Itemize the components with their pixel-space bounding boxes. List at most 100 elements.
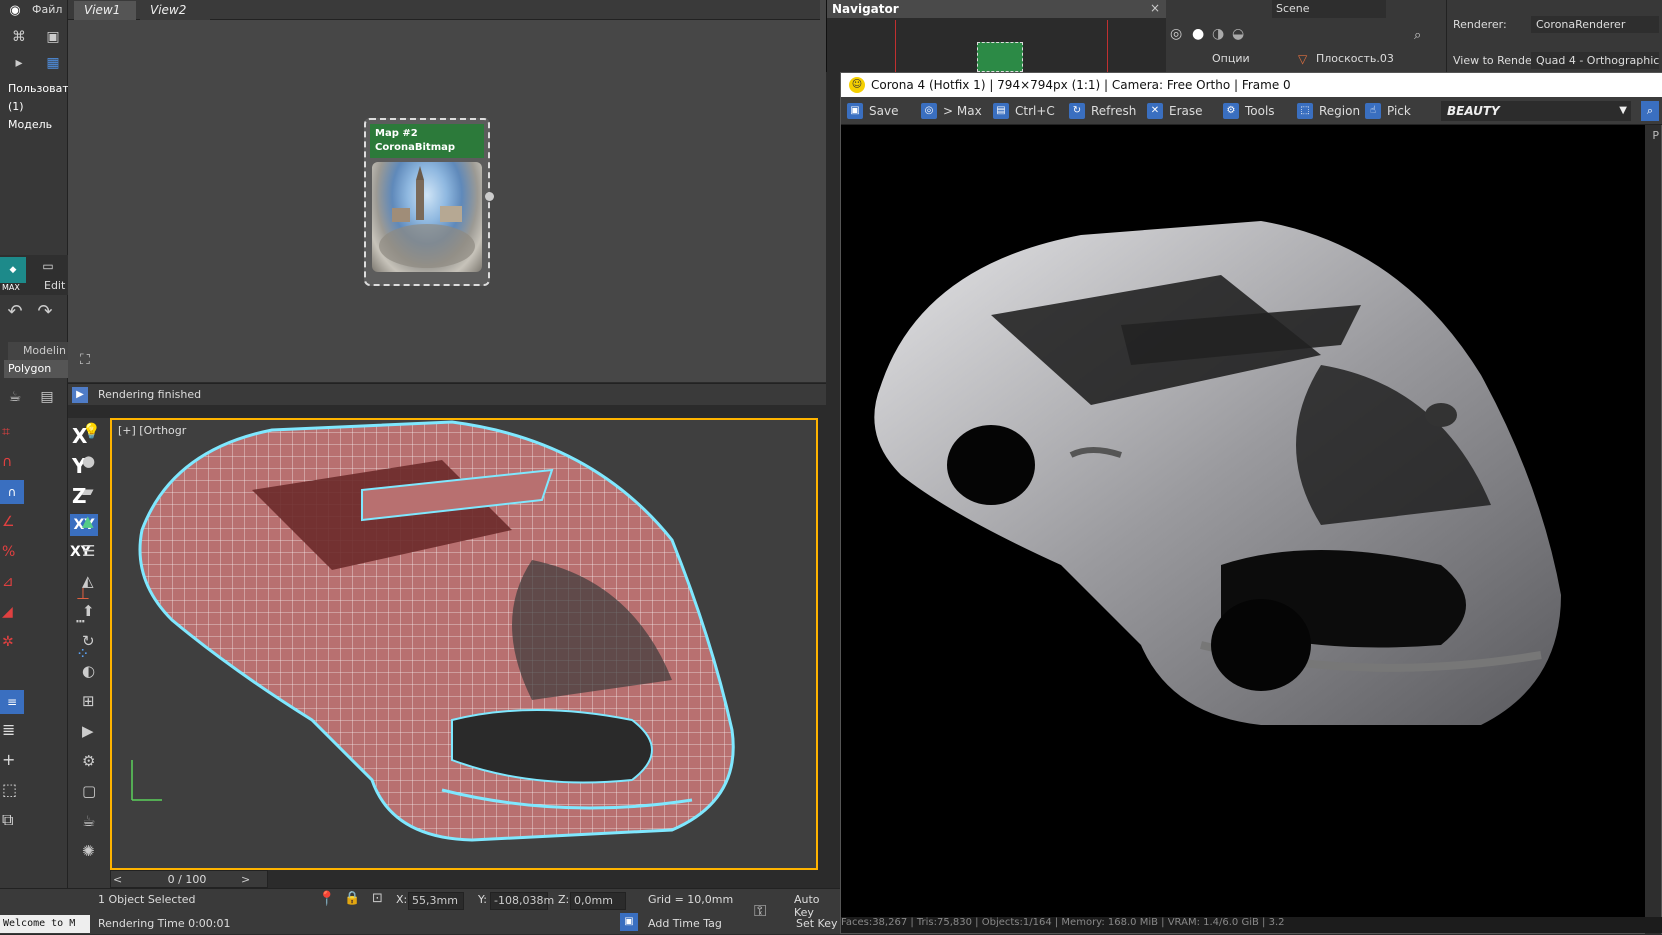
wireframe-car-model — [131, 420, 735, 842]
modeling-tab[interactable]: Modelin — [8, 342, 68, 360]
key-icon[interactable]: ⚿ — [754, 901, 766, 921]
absolute-mode-icon[interactable]: ⊡ — [372, 891, 383, 906]
snap-pivot-icon[interactable]: ✲ — [2, 634, 14, 650]
render-frame-icon[interactable]: ▤ — [34, 384, 60, 410]
clay-icon[interactable]: ◒ — [1232, 26, 1244, 42]
teapot-icon[interactable]: ☕ — [2, 384, 28, 410]
viewport-label[interactable]: [+] [Orthogr — [118, 424, 186, 437]
shaded-icon[interactable]: ● — [1192, 26, 1204, 42]
snaps-toolbar: ⌗ ∩ ∩ ∠ % ⊿ ◢ ✲ ≡ ≣ + ⬚ ⧉ — [0, 418, 26, 888]
select-object-icon[interactable]: ▸ — [6, 50, 32, 76]
tab-view2[interactable]: View2 — [140, 1, 210, 20]
render-element-dropdown[interactable]: BEAUTY ▼ — [1441, 101, 1631, 121]
renderer-label: Renderer: — [1453, 18, 1507, 31]
set-key-button[interactable]: Set Key — [796, 917, 838, 930]
window-icon[interactable]: ▣ — [40, 24, 66, 50]
snap-angle-icon[interactable]: ∠ — [2, 514, 15, 530]
schematic-icon[interactable]: ⊞ — [82, 692, 95, 710]
tab-view1[interactable]: View1 — [74, 1, 136, 20]
y-label: Y: — [478, 893, 487, 906]
layers-icon[interactable]: ≣ — [2, 720, 15, 739]
pick-icon: ☝ — [1365, 103, 1381, 119]
plus-icon[interactable]: + — [2, 750, 15, 769]
x-coordinate-field[interactable]: 55,3mm — [408, 892, 464, 910]
zoom-icon[interactable]: ⌕ — [1641, 101, 1659, 121]
renderer-dropdown[interactable]: CoronaRenderer — [1531, 16, 1659, 33]
undo-icon[interactable]: ↶ — [2, 298, 28, 324]
maxscript-listener[interactable]: Welcome to M — [0, 915, 90, 933]
vfb-pick-button[interactable]: ☝ Pick — [1365, 101, 1411, 121]
snap-spinner-icon[interactable]: ⊿ — [2, 574, 14, 590]
vfb-region-button[interactable]: ⬚ Region — [1297, 101, 1360, 121]
vfb-refresh-button[interactable]: ↻ Refresh — [1069, 101, 1136, 121]
realistic-icon[interactable]: ◑ — [1212, 26, 1224, 42]
play-icon[interactable]: ▶ — [82, 722, 94, 740]
render-status-icon: ▶ — [72, 387, 88, 403]
menu-file[interactable]: Файл — [32, 3, 62, 16]
stack-icon[interactable]: ⧉ — [2, 810, 13, 830]
tree-icon[interactable]: ▲ — [82, 512, 94, 530]
auto-key-button[interactable]: Auto Key — [794, 893, 840, 919]
material-node[interactable]: Map #2 CoronaBitmap — [364, 118, 494, 286]
binoculars-icon[interactable]: ⛶ — [80, 352, 90, 368]
options-dropdown[interactable]: Опции — [1212, 52, 1250, 65]
y-coordinate-field[interactable]: -108,038m — [490, 892, 554, 910]
snap-edge-icon[interactable]: ◢ — [2, 604, 13, 620]
navigator-close-button[interactable]: × — [1150, 1, 1160, 15]
plane-object-label[interactable]: Плоскость.03 — [1316, 52, 1406, 65]
frame-icon[interactable]: ▢ — [82, 782, 96, 800]
time-tag-icon[interactable]: ▣ — [620, 913, 638, 931]
light-icon[interactable]: 💡 — [82, 422, 101, 440]
edit-label[interactable]: Edit — [44, 279, 65, 292]
sphere-icon[interactable]: ● — [82, 452, 95, 470]
z-coordinate-field[interactable]: 0,0mm — [570, 892, 626, 910]
max-app-icon[interactable]: ◆ — [0, 257, 26, 283]
z-label: Z: — [558, 893, 570, 906]
vfb-save-button[interactable]: ▣ Save — [847, 101, 898, 121]
view-to-render-dropdown[interactable]: Quad 4 - Orthographic — [1531, 52, 1659, 69]
camera-icon[interactable]: ▰ — [82, 482, 94, 500]
add-time-tag-button[interactable]: Add Time Tag — [648, 917, 722, 930]
snap-magnet-icon[interactable]: ∩ — [2, 454, 12, 470]
region-select-icon[interactable]: ▦ — [40, 50, 66, 76]
mirror-icon[interactable]: ◭ — [82, 572, 94, 590]
rotate-icon[interactable]: ↻ — [82, 632, 95, 650]
vfb-refresh-label: Refresh — [1091, 104, 1137, 118]
search-icon[interactable]: ⌕ — [1414, 28, 1421, 43]
render-setup-icon[interactable]: ⚙ — [82, 752, 95, 770]
snap-active-icon[interactable]: ∩ — [0, 480, 24, 504]
vfb-erase-button[interactable]: ✕ Erase — [1147, 101, 1203, 121]
vfb-toolbar: ▣ Save ◎ > Max ▤ Ctrl+C ↻ Refresh ✕ Erase ⚙ To… — [841, 97, 1662, 125]
lock-icon[interactable]: 🔒 — [344, 891, 360, 906]
snap-percent-icon[interactable]: % — [2, 544, 15, 560]
time-slider[interactable]: < 0 / 100 > — [110, 870, 268, 888]
vfb-to-max-button[interactable]: ◎ > Max — [921, 101, 982, 121]
select-icon[interactable]: ⬚ — [2, 780, 17, 799]
scene-selector[interactable]: Scene — [1272, 0, 1386, 18]
align-icon[interactable]: ⬆ — [82, 602, 95, 620]
node-output-port[interactable] — [485, 192, 494, 201]
layer-icon[interactable]: ≡ — [0, 690, 24, 714]
viewport-orthographic[interactable]: [+] [Orthogr — [110, 418, 818, 870]
time-prev-button[interactable]: < — [113, 873, 122, 886]
polygon-modeling-tab[interactable]: Polygon Mc — [4, 360, 68, 378]
vfb-tools-button[interactable]: ⚙ Tools — [1223, 101, 1275, 121]
vfb-copy-button[interactable]: ▤ Ctrl+C — [993, 101, 1055, 121]
document-icon[interactable]: ▭ — [40, 259, 56, 273]
material-icon[interactable]: ◐ — [82, 662, 95, 680]
scene-tree-item-model[interactable]: (1) Модель — [8, 98, 68, 134]
time-next-button[interactable]: > — [241, 873, 250, 886]
isolate-icon[interactable]: 📍 — [318, 891, 335, 907]
navigator-node-preview[interactable] — [977, 42, 1023, 72]
redo-icon[interactable]: ↷ — [32, 298, 58, 324]
max-logo-icon[interactable]: ◉ — [6, 2, 24, 18]
env-icon[interactable]: ✺ — [82, 842, 95, 860]
list-icon[interactable]: ☰ — [82, 542, 95, 560]
vfb-pick-label: Pick — [1387, 104, 1411, 118]
snap-grid-icon[interactable]: ⌗ — [2, 424, 10, 440]
teapot-render-icon[interactable]: ☕ — [82, 812, 95, 830]
select-filter-icon[interactable]: ⌘ — [6, 24, 32, 50]
wireframe-shading-icon[interactable]: ◎ — [1170, 26, 1182, 42]
to-max-icon: ◎ — [921, 103, 937, 119]
scene-tree-item-user[interactable]: Пользовате — [8, 80, 76, 98]
